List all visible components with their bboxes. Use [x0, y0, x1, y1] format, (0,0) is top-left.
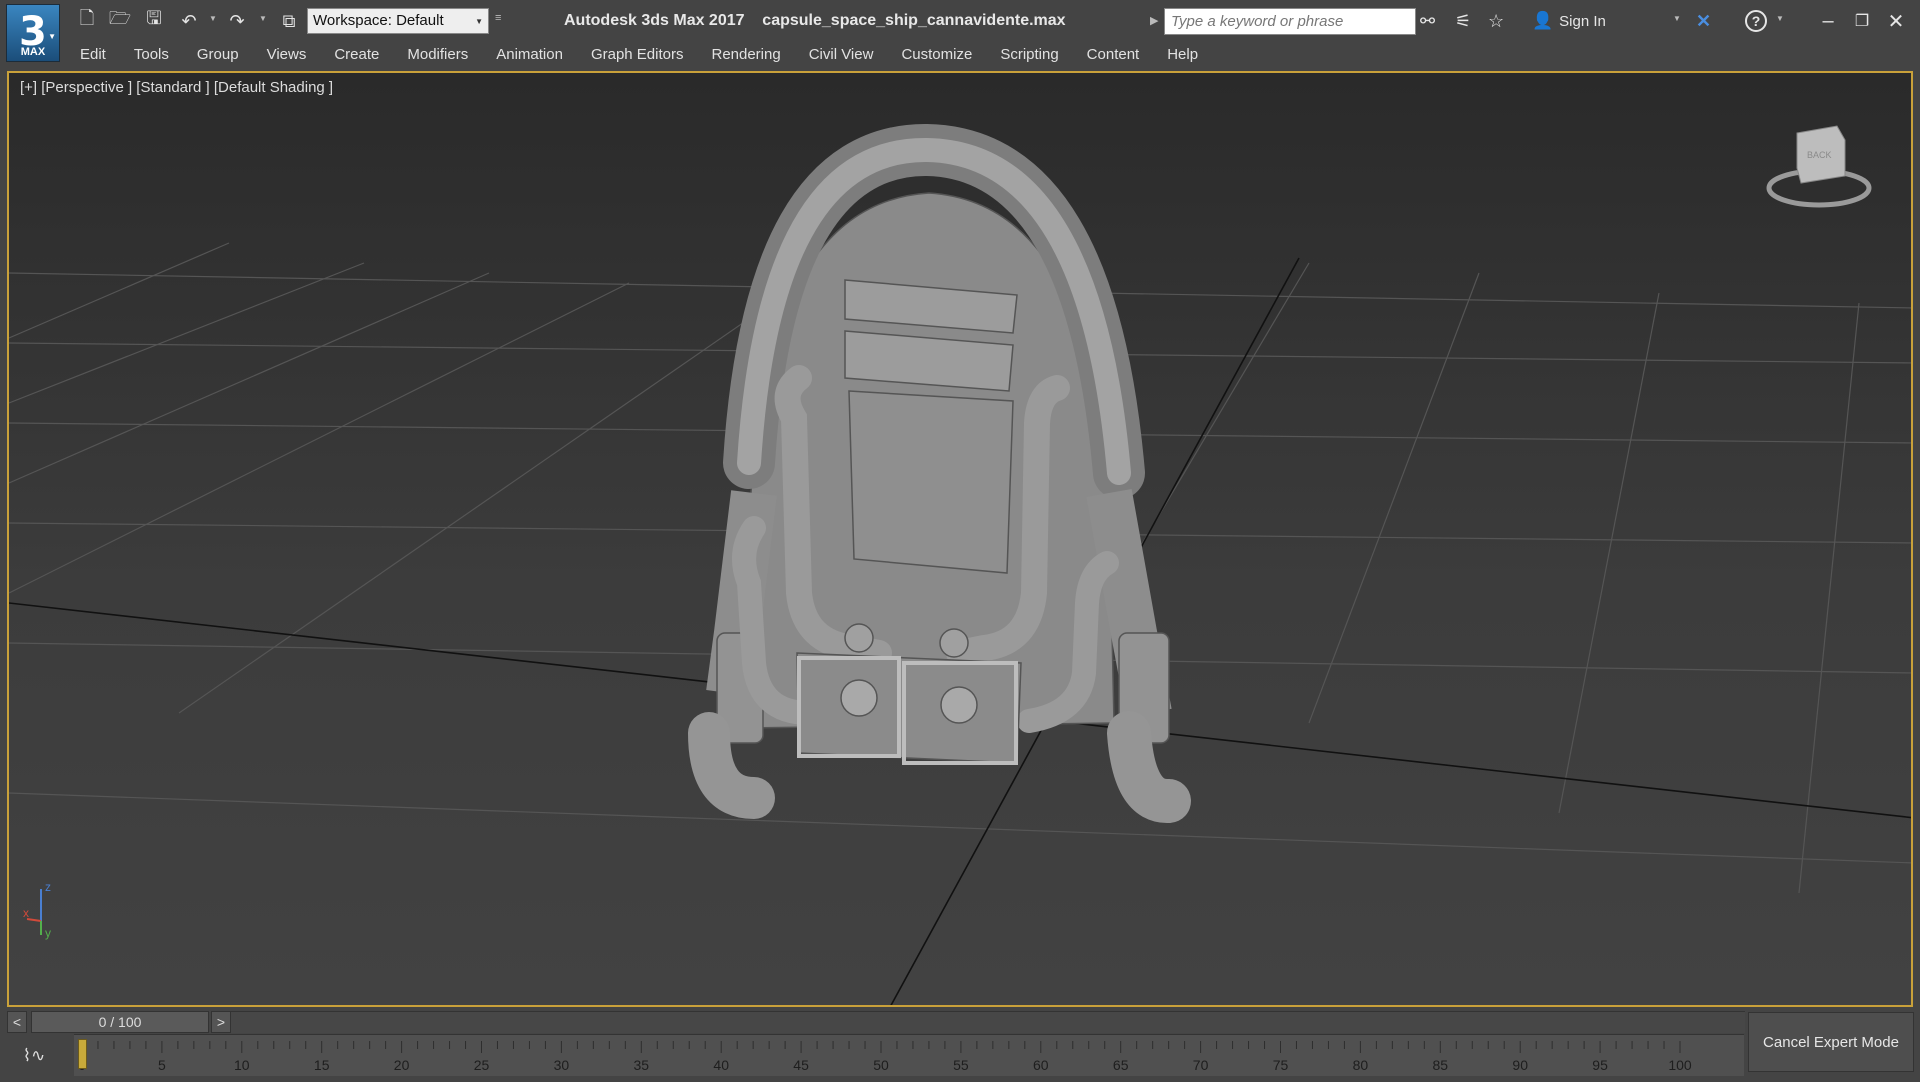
- help-icon[interactable]: ?: [1745, 10, 1767, 32]
- trackbar-tick-label: 55: [953, 1057, 969, 1073]
- communication-center-icon[interactable]: ⚟: [1455, 9, 1471, 33]
- trackbar-tick-label: 25: [474, 1057, 490, 1073]
- trackbar-tick-label: 10: [234, 1057, 250, 1073]
- trackbar-ruler: 0510152025303540455055606570758085909510…: [78, 1041, 1692, 1073]
- trackbar-tick-label: 20: [394, 1057, 410, 1073]
- trackbar-tick-label: 100: [1668, 1057, 1692, 1073]
- trackbar-tick-label: 65: [1113, 1057, 1129, 1073]
- axis-z-label: z: [45, 880, 51, 894]
- menu-rendering[interactable]: Rendering: [697, 43, 794, 67]
- user-icon: 👤: [1532, 11, 1554, 30]
- trackbar-tick-label: 70: [1193, 1057, 1209, 1073]
- trackbar-tick-label: 40: [713, 1057, 729, 1073]
- trackbar-tick-label: 85: [1433, 1057, 1449, 1073]
- redo-icon[interactable]: ↷: [224, 9, 250, 33]
- capsule-seat-model[interactable]: [688, 123, 1191, 823]
- perspective-viewport[interactable]: BACK z x y [+] [Perspective ] [Standard …: [7, 71, 1913, 1007]
- open-file-icon[interactable]: 🗁: [107, 8, 133, 33]
- trackbar-tick-label: 75: [1273, 1057, 1289, 1073]
- trackbar-tick-label: 15: [314, 1057, 330, 1073]
- current-frame-marker[interactable]: [78, 1039, 87, 1069]
- trackbar-tick-label: 35: [634, 1057, 650, 1073]
- axis-x-label: x: [23, 906, 29, 920]
- trackbar-tick-label: 95: [1592, 1057, 1608, 1073]
- time-slider[interactable]: 0 / 100: [31, 1011, 209, 1033]
- undo-icon[interactable]: ↶: [176, 9, 202, 33]
- trackbar[interactable]: 0510152025303540455055606570758085909510…: [74, 1034, 1744, 1076]
- binoculars-icon[interactable]: ⚯: [1420, 9, 1435, 33]
- axis-tripod: z x y: [23, 880, 51, 940]
- menu-tools[interactable]: Tools: [120, 43, 183, 67]
- viewport-scene[interactable]: BACK z x y: [9, 73, 1913, 1007]
- trackbar-tick-label: 90: [1512, 1057, 1528, 1073]
- workspace-select[interactable]: Workspace: Default ▼: [307, 8, 489, 34]
- trackbar-tick-label: 50: [873, 1057, 889, 1073]
- sign-in-label: Sign In: [1559, 12, 1606, 30]
- save-icon[interactable]: 🖫: [141, 8, 167, 33]
- restore-icon[interactable]: ❐: [1846, 6, 1878, 36]
- menu-animation[interactable]: Animation: [482, 43, 577, 67]
- title-bar: 3 ▼ MAX 🗋 🗁 🖫 ↶ ▼ ↷ ▼ ⧉ Workspace: Defau…: [0, 0, 1920, 62]
- mini-curve-editor-icon[interactable]: ⌇∿: [12, 1041, 56, 1071]
- help-dropdown-icon[interactable]: ▼: [1776, 14, 1784, 23]
- window-title: Autodesk 3ds Max 2017 capsule_space_ship…: [564, 12, 1066, 29]
- trackbar-tick-label: 30: [554, 1057, 570, 1073]
- new-file-icon[interactable]: 🗋: [74, 8, 100, 33]
- menu-customize[interactable]: Customize: [887, 43, 986, 67]
- project-folder-icon[interactable]: ⧉: [276, 9, 302, 33]
- app-logo-label: MAX: [20, 46, 46, 58]
- sign-in-dropdown-icon[interactable]: ▼: [1673, 14, 1681, 23]
- close-icon[interactable]: ✕: [1880, 6, 1912, 36]
- menu-help[interactable]: Help: [1153, 43, 1212, 67]
- menu-scripting[interactable]: Scripting: [986, 43, 1072, 67]
- app-menu-button[interactable]: 3 ▼ MAX: [6, 4, 60, 62]
- menu-create[interactable]: Create: [320, 43, 393, 67]
- menu-modifiers[interactable]: Modifiers: [393, 43, 482, 67]
- menu-edit[interactable]: Edit: [66, 43, 120, 67]
- customize-toolbar-icon[interactable]: ≡: [495, 12, 501, 24]
- viewcube[interactable]: BACK: [1766, 125, 1872, 208]
- chevron-down-icon: ▼: [48, 32, 56, 41]
- menu-bar: Edit Tools Group Views Create Modifiers …: [66, 43, 1212, 67]
- viewcube-face-label: BACK: [1807, 150, 1832, 160]
- menu-content[interactable]: Content: [1073, 43, 1154, 67]
- search-input[interactable]: [1164, 8, 1416, 35]
- menu-group[interactable]: Group: [183, 43, 253, 67]
- chevron-down-icon: ▼: [475, 17, 483, 26]
- minimize-icon[interactable]: –: [1812, 6, 1844, 36]
- trackbar-tick-label: 5: [158, 1057, 166, 1073]
- time-slider-prev-button[interactable]: <: [7, 1011, 27, 1033]
- trackbar-tick-label: 45: [793, 1057, 809, 1073]
- search-expand-icon[interactable]: ▶: [1150, 14, 1158, 27]
- cancel-expert-mode-button[interactable]: Cancel Expert Mode: [1748, 1012, 1914, 1072]
- menu-civil-view[interactable]: Civil View: [795, 43, 888, 67]
- menu-views[interactable]: Views: [253, 43, 321, 67]
- sign-in-button[interactable]: 👤 Sign In: [1532, 9, 1606, 33]
- exchange-x-icon[interactable]: ✕: [1696, 9, 1711, 33]
- workspace-value: Workspace: Default: [313, 12, 444, 29]
- redo-dropdown-icon[interactable]: ▼: [259, 14, 267, 23]
- undo-dropdown-icon[interactable]: ▼: [209, 14, 217, 23]
- menu-graph-editors[interactable]: Graph Editors: [577, 43, 698, 67]
- viewport-label-menu[interactable]: [+] [Perspective ] [Standard ] [Default …: [20, 79, 333, 96]
- time-slider-track[interactable]: [231, 1011, 1745, 1033]
- time-slider-next-button[interactable]: >: [211, 1011, 231, 1033]
- favorites-star-icon[interactable]: ☆: [1488, 9, 1504, 33]
- time-slider-row: < 0 / 100 >: [7, 1010, 1745, 1034]
- trackbar-tick-label: 80: [1353, 1057, 1369, 1073]
- axis-y-label: y: [45, 926, 51, 940]
- trackbar-tick-label: 60: [1033, 1057, 1049, 1073]
